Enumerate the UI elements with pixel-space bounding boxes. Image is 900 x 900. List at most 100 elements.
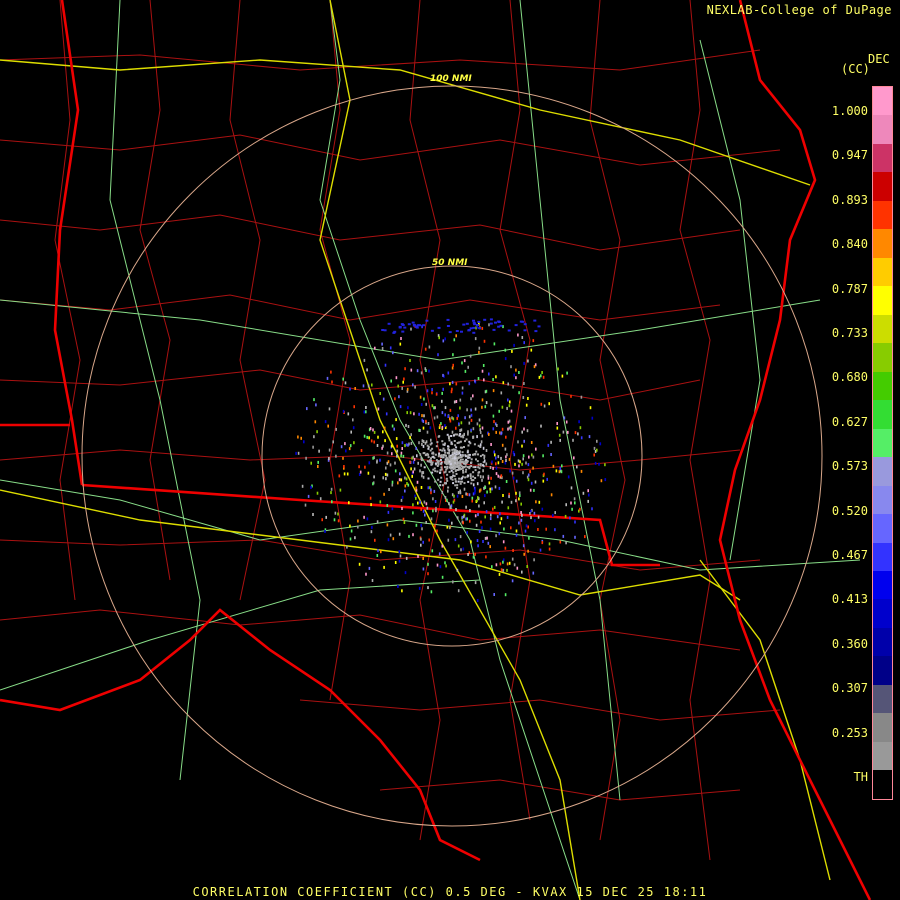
radar-echo-pixel	[495, 456, 497, 460]
radar-echo-pixel	[461, 391, 464, 395]
radar-echo-pixel	[501, 500, 503, 504]
radar-echo-pixel	[591, 507, 593, 511]
radar-echo-pixel	[314, 420, 317, 424]
radar-echo-pixel	[424, 441, 427, 445]
radar-map	[0, 0, 872, 900]
radar-echo-pixel	[439, 469, 442, 472]
radar-echo-pixel	[428, 369, 430, 373]
radar-echo-pixel	[483, 318, 487, 321]
radar-echo-pixel	[543, 404, 546, 408]
radar-echo-pixel	[407, 323, 411, 326]
radar-echo-pixel	[444, 442, 446, 445]
radar-echo-pixel	[574, 520, 576, 524]
radar-echo-pixel	[412, 460, 415, 464]
radar-echo-pixel	[485, 510, 488, 514]
radar-echo-pixel	[511, 349, 513, 353]
radar-echo-pixel	[501, 443, 504, 447]
credit-text: NEXLAB-College of DuPage	[706, 3, 892, 17]
radar-echo-pixel	[438, 336, 440, 340]
radar-echo-pixel	[489, 466, 492, 469]
radar-echo-pixel	[426, 506, 429, 510]
radar-echo-pixel	[462, 471, 465, 474]
radar-echo-pixel	[380, 550, 382, 554]
radar-echo-pixel	[398, 559, 401, 563]
radar-echo-pixel	[510, 500, 513, 504]
radar-echo-pixel	[377, 407, 380, 411]
radar-echo-pixel	[485, 449, 488, 452]
radar-echo-pixel	[483, 454, 486, 458]
radar-echo-pixel	[470, 413, 473, 417]
radar-echo-pixel	[453, 475, 456, 478]
radar-echo-pixel	[513, 343, 515, 347]
radar-echo-pixel	[423, 466, 426, 469]
radar-echo-pixel	[398, 532, 401, 536]
radar-echo-pixel	[342, 456, 344, 460]
radar-echo-pixel	[451, 448, 454, 451]
radar-echo-pixel	[452, 500, 455, 504]
radar-echo-pixel	[505, 480, 508, 483]
radar-echo-pixel	[507, 398, 509, 402]
radar-echo-pixel	[525, 524, 528, 528]
radar-echo-pixel	[510, 365, 512, 369]
radar-echo-pixel	[343, 465, 345, 468]
radar-echo-pixel	[402, 380, 404, 384]
radar-echo-pixel	[449, 458, 452, 461]
radar-echo-pixel	[465, 492, 467, 496]
radar-echo-pixel	[404, 571, 407, 575]
radar-echo-pixel	[418, 412, 420, 416]
color-scale-tick: TH	[853, 770, 868, 784]
radar-echo-pixel	[484, 486, 487, 489]
radar-echo-pixel	[477, 496, 479, 500]
radar-echo-pixel	[474, 379, 476, 383]
radar-echo-pixel	[421, 442, 423, 446]
radar-echo-pixel	[481, 326, 484, 330]
radar-echo-pixel	[459, 454, 462, 456]
radar-echo-pixel	[511, 579, 514, 583]
radar-echo-pixel	[548, 547, 551, 551]
radar-echo-pixel	[365, 572, 367, 576]
radar-echo-pixel	[407, 406, 409, 410]
radar-echo-pixel	[459, 440, 462, 443]
radar-echo-pixel	[382, 430, 384, 434]
radar-echo-pixel	[404, 476, 406, 480]
radar-echo-pixel	[483, 339, 486, 343]
radar-echo-pixel	[529, 488, 532, 492]
radar-echo-pixel	[403, 521, 406, 524]
radar-echo-pixel	[599, 442, 602, 446]
radar-echo-pixel	[504, 546, 507, 550]
radar-echo-pixel	[304, 503, 307, 507]
radar-echo-pixel	[372, 456, 374, 460]
color-scale-segment	[873, 741, 892, 771]
radar-echo-pixel	[315, 403, 317, 407]
radar-echo-pixel	[440, 466, 443, 469]
radar-echo-pixel	[523, 427, 525, 431]
radar-echo-pixel	[492, 378, 494, 381]
radar-echo-pixel	[474, 337, 477, 341]
radar-echo-pixel	[474, 466, 477, 469]
radar-echo-pixel	[501, 405, 504, 409]
radar-echo-pixel	[362, 384, 365, 388]
radar-echo-pixel	[444, 337, 446, 341]
radar-echo-pixel	[587, 489, 589, 493]
radar-echo-pixel	[498, 532, 501, 536]
radar-echo-pixel	[573, 497, 576, 501]
radar-echo-pixel	[457, 589, 460, 593]
radar-echo-pixel	[498, 409, 500, 413]
radar-echo-pixel	[466, 461, 468, 464]
radar-echo-pixel	[443, 449, 446, 452]
radar-echo-pixel	[352, 418, 354, 422]
radar-echo-pixel	[363, 358, 366, 362]
radar-echo-pixel	[460, 465, 463, 468]
radar-echo-pixel	[395, 418, 397, 422]
radar-echo-pixel	[400, 454, 402, 458]
radar-echo-pixel	[470, 428, 472, 432]
radar-echo-pixel	[424, 347, 427, 351]
radar-echo-pixel	[492, 328, 496, 331]
radar-echo-pixel	[297, 435, 299, 439]
radar-echo-pixel	[573, 456, 575, 460]
radar-echo-pixel	[364, 465, 366, 469]
radar-echo-pixel	[415, 326, 419, 328]
radar-echo-pixel	[493, 593, 495, 596]
radar-echo-pixel	[504, 357, 507, 361]
radar-echo-pixel	[554, 528, 556, 532]
